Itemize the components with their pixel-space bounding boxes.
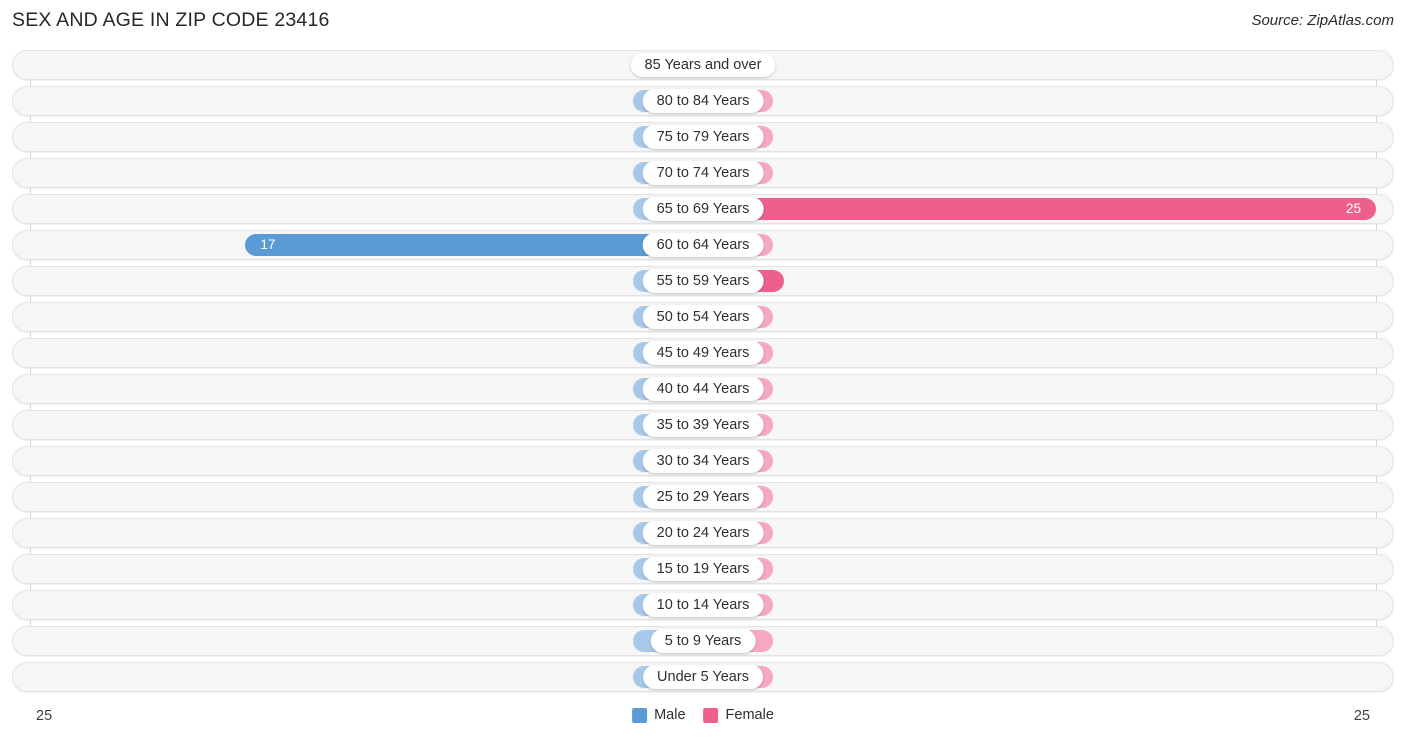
axis-tick-right: 25 bbox=[1353, 708, 1370, 724]
chart-rows: 0085 Years and over 0080 to 84 Years 0075 … bbox=[0, 50, 1406, 698]
table-row[interactable]: 005 to 9 Years bbox=[12, 626, 1394, 656]
table-row[interactable]: 0020 to 24 Years bbox=[12, 518, 1394, 548]
table-row[interactable]: 0355 to 59 Years bbox=[12, 266, 1394, 296]
legend-item[interactable]: Female bbox=[703, 707, 774, 723]
table-row[interactable]: 0015 to 19 Years bbox=[12, 554, 1394, 584]
table-row[interactable]: 0010 to 14 Years bbox=[12, 590, 1394, 620]
age-group-label: 75 to 79 Years bbox=[642, 125, 764, 149]
age-group-label: 5 to 9 Years bbox=[650, 629, 756, 653]
table-row[interactable]: 17060 to 64 Years bbox=[12, 230, 1394, 260]
age-group-label: 45 to 49 Years bbox=[642, 341, 764, 365]
male-value-label: 17 bbox=[260, 237, 276, 252]
age-group-label: 50 to 54 Years bbox=[642, 305, 764, 329]
table-row[interactable]: 0070 to 74 Years bbox=[12, 158, 1394, 188]
table-row[interactable]: 0030 to 34 Years bbox=[12, 446, 1394, 476]
age-group-label: 20 to 24 Years bbox=[642, 521, 764, 545]
age-group-label: 55 to 59 Years bbox=[642, 269, 764, 293]
female-value-label: 25 bbox=[1346, 201, 1362, 216]
age-group-label: 30 to 34 Years bbox=[642, 449, 764, 473]
table-row[interactable]: 0050 to 54 Years bbox=[12, 302, 1394, 332]
age-group-label: 85 Years and over bbox=[630, 53, 776, 77]
age-group-label: 10 to 14 Years bbox=[642, 593, 764, 617]
population-pyramid-chart: 0085 Years and over 0080 to 84 Years 0075 … bbox=[0, 50, 1406, 702]
table-row[interactable]: 0080 to 84 Years bbox=[12, 86, 1394, 116]
page-root: SEX AND AGE IN ZIP CODE 23416 Source: Zi… bbox=[0, 0, 1406, 740]
table-row[interactable]: 0035 to 39 Years bbox=[12, 410, 1394, 440]
female-bar[interactable] bbox=[703, 198, 1376, 220]
table-row[interactable]: 0075 to 79 Years bbox=[12, 122, 1394, 152]
age-group-label: 35 to 39 Years bbox=[642, 413, 764, 437]
male-swatch-icon bbox=[632, 707, 648, 723]
age-group-label: 40 to 44 Years bbox=[642, 377, 764, 401]
legend-label: Male bbox=[654, 707, 686, 723]
age-group-label: 25 to 29 Years bbox=[642, 485, 764, 509]
chart-header: SEX AND AGE IN ZIP CODE 23416 Source: Zi… bbox=[0, 0, 1406, 44]
table-row[interactable]: 0085 Years and over bbox=[12, 50, 1394, 80]
table-row[interactable]: 0040 to 44 Years bbox=[12, 374, 1394, 404]
legend-label: Female bbox=[725, 707, 774, 723]
legend-item[interactable]: Male bbox=[632, 707, 686, 723]
male-bar[interactable] bbox=[245, 234, 703, 256]
female-swatch-icon bbox=[703, 707, 719, 723]
axis-tick-left: 25 bbox=[36, 708, 53, 724]
age-group-label: 60 to 64 Years bbox=[642, 233, 764, 257]
age-group-label: 80 to 84 Years bbox=[642, 89, 764, 113]
page-title: SEX AND AGE IN ZIP CODE 23416 bbox=[12, 9, 330, 31]
table-row[interactable]: 0045 to 49 Years bbox=[12, 338, 1394, 368]
age-group-label: 70 to 74 Years bbox=[642, 161, 764, 185]
table-row[interactable]: 0025 to 29 Years bbox=[12, 482, 1394, 512]
table-row[interactable]: 02565 to 69 Years bbox=[12, 194, 1394, 224]
chart-legend: Male Female bbox=[632, 707, 774, 723]
source-attribution: Source: ZipAtlas.com bbox=[1251, 12, 1394, 29]
table-row[interactable]: 00Under 5 Years bbox=[12, 662, 1394, 692]
chart-footer: 25 25 Male Female bbox=[0, 702, 1406, 740]
age-group-label: Under 5 Years bbox=[643, 665, 763, 689]
age-group-label: 15 to 19 Years bbox=[642, 557, 764, 581]
age-group-label: 65 to 69 Years bbox=[642, 197, 764, 221]
